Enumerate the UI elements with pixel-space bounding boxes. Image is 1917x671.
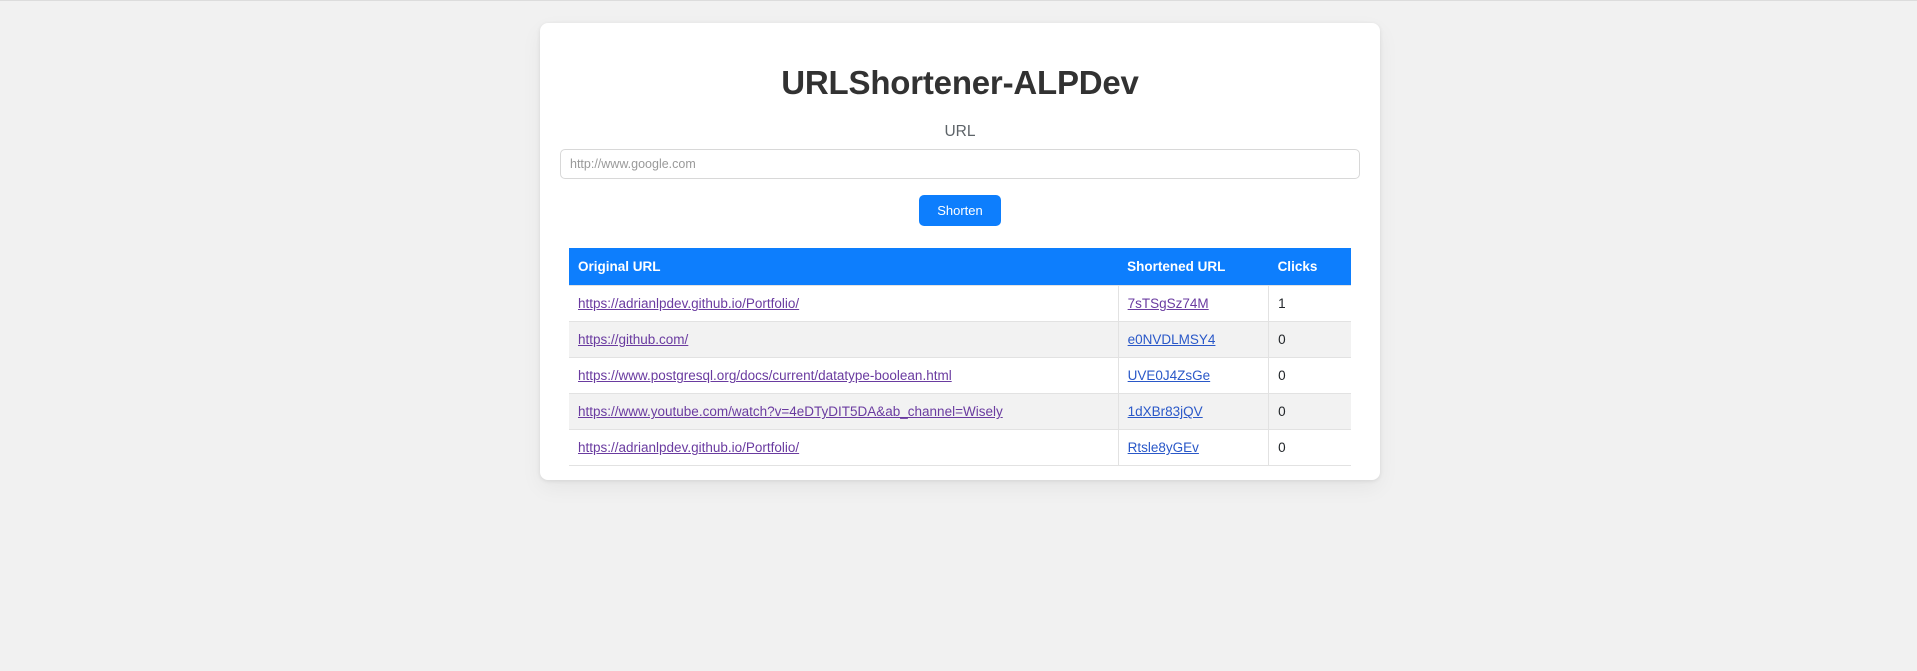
- table-row: https://adrianlpdev.github.io/Portfolio/…: [569, 429, 1351, 467]
- shortened-url-link[interactable]: e0NVDLMSY4: [1128, 332, 1216, 347]
- shortened-url-link[interactable]: 1dXBr83jQV: [1128, 404, 1203, 419]
- table-header-row: Original URL Shortened URL Clicks: [569, 248, 1351, 286]
- original-url-link[interactable]: https://www.youtube.com/watch?v=4eDTyDIT…: [578, 404, 1003, 419]
- cell-clicks: 0: [1268, 393, 1351, 431]
- cell-original-url: https://adrianlpdev.github.io/Portfolio/: [569, 285, 1119, 323]
- submit-row: Shorten: [560, 195, 1360, 227]
- cell-clicks: 1: [1268, 285, 1351, 323]
- original-url-link[interactable]: https://github.com/: [578, 332, 688, 347]
- table-row: https://www.postgresql.org/docs/current/…: [569, 357, 1351, 395]
- table-row: https://github.com/e0NVDLMSY4 0: [569, 321, 1351, 359]
- links-table-container: Original URL Shortened URL Clicks https:…: [560, 248, 1360, 467]
- shorten-button[interactable]: Shorten: [919, 195, 1001, 227]
- cell-shortened-url: 1dXBr83jQV: [1118, 393, 1270, 431]
- shortened-url-link[interactable]: Rtsle8yGEv: [1128, 440, 1199, 455]
- original-url-link[interactable]: https://adrianlpdev.github.io/Portfolio/: [578, 296, 799, 311]
- table-row: https://adrianlpdev.github.io/Portfolio/…: [569, 285, 1351, 323]
- clicks-count: 0: [1278, 332, 1286, 348]
- cell-shortened-url: Rtsle8yGEv: [1118, 429, 1270, 467]
- cell-clicks: 0: [1268, 321, 1351, 359]
- cell-original-url: https://www.postgresql.org/docs/current/…: [569, 357, 1119, 395]
- clicks-count: 0: [1278, 404, 1286, 420]
- links-table: Original URL Shortened URL Clicks https:…: [569, 248, 1351, 467]
- shorten-form: URL Shorten: [560, 123, 1360, 227]
- original-url-link[interactable]: https://www.postgresql.org/docs/current/…: [578, 368, 952, 383]
- page-title: URLShortener-ALPDev: [781, 64, 1139, 101]
- clicks-count: 0: [1278, 368, 1286, 384]
- url-shortener-card: URLShortener-ALPDev URL Shorten Original…: [540, 23, 1380, 481]
- url-input[interactable]: [560, 149, 1360, 180]
- cell-clicks: 0: [1268, 357, 1351, 395]
- clicks-count: 1: [1278, 296, 1286, 312]
- cell-shortened-url: 7sTSgSz74M: [1118, 285, 1270, 323]
- cell-shortened-url: UVE0J4ZsGe: [1118, 357, 1270, 395]
- cell-original-url: https://www.youtube.com/watch?v=4eDTyDIT…: [569, 393, 1119, 431]
- table-body: https://adrianlpdev.github.io/Portfolio/…: [569, 285, 1351, 467]
- page-background: URLShortener-ALPDev URL Shorten Original…: [0, 0, 1917, 671]
- original-url-link[interactable]: https://adrianlpdev.github.io/Portfolio/: [578, 440, 799, 455]
- cell-clicks: 0: [1268, 429, 1351, 467]
- column-header-shortened-url: Shortened URL: [1118, 248, 1269, 286]
- shortened-url-link[interactable]: UVE0J4ZsGe: [1128, 368, 1211, 383]
- url-field-label: URL: [944, 123, 976, 141]
- cell-original-url: https://github.com/: [569, 321, 1119, 359]
- column-header-clicks: Clicks: [1268, 248, 1351, 286]
- shortened-url-link[interactable]: 7sTSgSz74M: [1128, 296, 1209, 311]
- column-header-original-url: Original URL: [569, 248, 1119, 286]
- table-row: https://www.youtube.com/watch?v=4eDTyDIT…: [569, 393, 1351, 431]
- table-header: Original URL Shortened URL Clicks: [569, 248, 1351, 286]
- cell-original-url: https://adrianlpdev.github.io/Portfolio/: [569, 429, 1119, 467]
- clicks-count: 0: [1278, 440, 1286, 456]
- cell-shortened-url: e0NVDLMSY4: [1118, 321, 1270, 359]
